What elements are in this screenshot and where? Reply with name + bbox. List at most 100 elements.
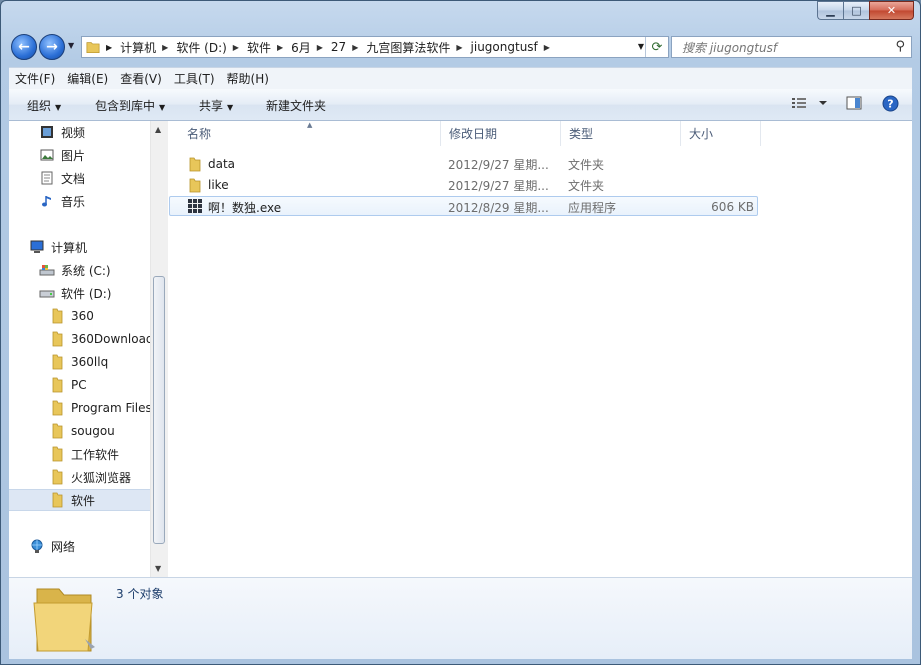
svg-text:?: ?: [887, 98, 893, 111]
breadcrumb-separator-icon[interactable]: ▶: [317, 43, 323, 52]
breadcrumb-separator-icon[interactable]: ▶: [277, 43, 283, 52]
minimize-button[interactable]: ▁: [817, 1, 843, 20]
breadcrumb-jiugongtusf[interactable]: jiugongtusf ▶: [471, 40, 558, 54]
organize-button[interactable]: 组织 ▼: [27, 97, 61, 114]
file-modified: 2012/8/29 星期...: [448, 200, 549, 215]
maximize-button[interactable]: □: [843, 1, 869, 20]
file-name: like: [208, 178, 229, 192]
breadcrumb-june[interactable]: 6月 ▶: [291, 39, 331, 56]
search-box[interactable]: ⚲: [671, 36, 912, 58]
breadcrumb-separator-icon[interactable]: ▶: [544, 43, 550, 52]
forward-button[interactable]: →: [39, 34, 65, 60]
nav-item-videos[interactable]: 视频: [39, 121, 159, 143]
search-icon[interactable]: ⚲: [895, 39, 905, 54]
main-area: 视频 图片 文档 音乐 计算机 系统 (C:) 软件 (D:) 360 360D…: [9, 121, 912, 577]
nav-item-computer[interactable]: 计算机: [29, 236, 159, 258]
chevron-down-icon: ▼: [159, 103, 166, 112]
close-icon: ✕: [886, 4, 897, 17]
navigation-row: ← → ▼ ▶ 计算机 ▶ 软件 (D:) ▶ 软件 ▶ 6月 ▶ 27 ▶ 九宫图算法软…: [9, 33, 912, 61]
search-input[interactable]: [680, 38, 889, 58]
recent-pages-dropdown[interactable]: ▼: [68, 41, 74, 50]
nav-item-folder[interactable]: 火狐浏览器: [49, 466, 159, 488]
view-options-button[interactable]: [791, 95, 831, 111]
file-name: 啊！数独.exe: [208, 200, 282, 215]
menu-edit[interactable]: 编辑(E): [67, 70, 108, 87]
column-size[interactable]: 大小: [681, 121, 761, 146]
scroll-up-icon[interactable]: ▲: [155, 125, 161, 134]
folder-icon: [49, 492, 65, 508]
refresh-button[interactable]: ⟳: [645, 37, 668, 57]
new-folder-button[interactable]: 新建文件夹: [266, 97, 326, 114]
menu-bar: 文件(F) 编辑(E) 查看(V) 工具(T) 帮助(H): [9, 67, 912, 89]
folder-icon: [86, 40, 100, 54]
command-bar: 组织 ▼ 包含到库中 ▼ 共享 ▼ 新建文件夹 ?: [9, 89, 912, 121]
scroll-down-icon[interactable]: ▼: [155, 564, 161, 573]
nav-item-folder[interactable]: 360Download: [49, 328, 159, 350]
menu-view[interactable]: 查看(V): [120, 70, 162, 87]
nav-item-drive-d[interactable]: 软件 (D:): [39, 282, 159, 304]
application-icon: [187, 198, 203, 214]
nav-item-music[interactable]: 音乐: [39, 190, 159, 212]
folder-icon: [49, 469, 65, 485]
menu-help[interactable]: 帮助(H): [227, 70, 269, 87]
help-button[interactable]: ?: [882, 95, 899, 112]
menu-tools[interactable]: 工具(T): [174, 70, 215, 87]
explorer-window: ▁ □ ✕ ← → ▼ ▶ 计算机 ▶ 软件 (D:) ▶ 软件 ▶ 6月 ▶ 27 ▶ …: [0, 0, 921, 665]
column-type[interactable]: 类型: [561, 121, 681, 146]
nav-item-folder[interactable]: 360llq: [49, 351, 159, 373]
breadcrumb-27[interactable]: 27 ▶: [331, 40, 366, 54]
back-button[interactable]: ←: [11, 34, 37, 60]
folder-icon: [187, 156, 203, 172]
folder-icon: [49, 400, 65, 416]
nav-item-folder-selected[interactable]: 软件: [9, 489, 150, 511]
file-name: data: [208, 157, 236, 171]
nav-item-folder[interactable]: PC: [49, 374, 159, 396]
breadcrumb-separator-icon[interactable]: ▶: [456, 43, 462, 52]
preview-pane-button[interactable]: [846, 95, 862, 111]
folder-icon: [49, 423, 65, 439]
chevron-down-icon: ▼: [55, 103, 62, 112]
breadcrumb-separator-icon[interactable]: ▶: [352, 43, 358, 52]
nav-item-drive-c[interactable]: 系统 (C:): [39, 259, 159, 281]
sort-ascending-icon: ▲: [307, 121, 313, 129]
breadcrumb-separator-icon[interactable]: ▶: [106, 43, 112, 52]
scrollbar-thumb[interactable]: [153, 276, 165, 544]
breadcrumb-separator-icon[interactable]: ▶: [233, 43, 239, 52]
close-button[interactable]: ✕: [869, 1, 914, 20]
folder-icon: [49, 446, 65, 462]
breadcrumb-software[interactable]: 软件 ▶: [247, 39, 291, 56]
document-library-icon: [39, 170, 55, 186]
file-row-hovered[interactable]: 啊！数独.exe 2012/8/29 星期... 应用程序 606 KB: [169, 196, 758, 216]
minimize-icon: ▁: [826, 4, 835, 17]
file-row[interactable]: like 2012/9/27 星期... 文件夹: [169, 175, 758, 195]
breadcrumb-jiugong-software[interactable]: 九宫图算法软件 ▶: [366, 39, 470, 56]
file-row[interactable]: data 2012/9/27 星期... 文件夹: [169, 154, 758, 174]
folder-icon: [49, 331, 65, 347]
breadcrumb-drive-d[interactable]: 软件 (D:) ▶: [176, 39, 247, 56]
menu-file[interactable]: 文件(F): [15, 70, 55, 87]
breadcrumb-computer[interactable]: 计算机 ▶: [120, 39, 176, 56]
breadcrumb-separator-icon[interactable]: ▶: [162, 43, 168, 52]
nav-item-folder[interactable]: Program Files: [49, 397, 159, 419]
share-button[interactable]: 共享 ▼: [199, 97, 233, 114]
nav-item-documents[interactable]: 文档: [39, 167, 159, 189]
nav-item-network[interactable]: 网络: [29, 535, 159, 557]
folder-icon: [49, 308, 65, 324]
navigation-pane: 视频 图片 文档 音乐 计算机 系统 (C:) 软件 (D:) 360 360D…: [9, 121, 159, 577]
refresh-icon: ⟳: [651, 39, 663, 55]
nav-item-folder[interactable]: 工作软件: [49, 443, 159, 465]
file-type: 文件夹: [568, 178, 605, 193]
address-history-dropdown[interactable]: ▼: [638, 42, 644, 51]
folder-icon: [187, 177, 203, 193]
address-bar[interactable]: ▶ 计算机 ▶ 软件 (D:) ▶ 软件 ▶ 6月 ▶ 27 ▶ 九宫图算法软件 ▶ jiu…: [81, 36, 669, 58]
video-library-icon: [39, 124, 55, 140]
nav-item-pictures[interactable]: 图片: [39, 144, 159, 166]
nav-item-folder[interactable]: sougou: [49, 420, 159, 442]
back-arrow-icon: ←: [18, 39, 30, 55]
nav-item-folder[interactable]: 360: [49, 305, 159, 327]
preview-pane-icon: [846, 96, 862, 110]
navigation-scrollbar[interactable]: ▲ ▼: [150, 121, 168, 577]
column-modified[interactable]: 修改日期: [441, 121, 561, 146]
computer-icon: [29, 239, 45, 255]
include-in-library-button[interactable]: 包含到库中 ▼: [95, 97, 165, 114]
